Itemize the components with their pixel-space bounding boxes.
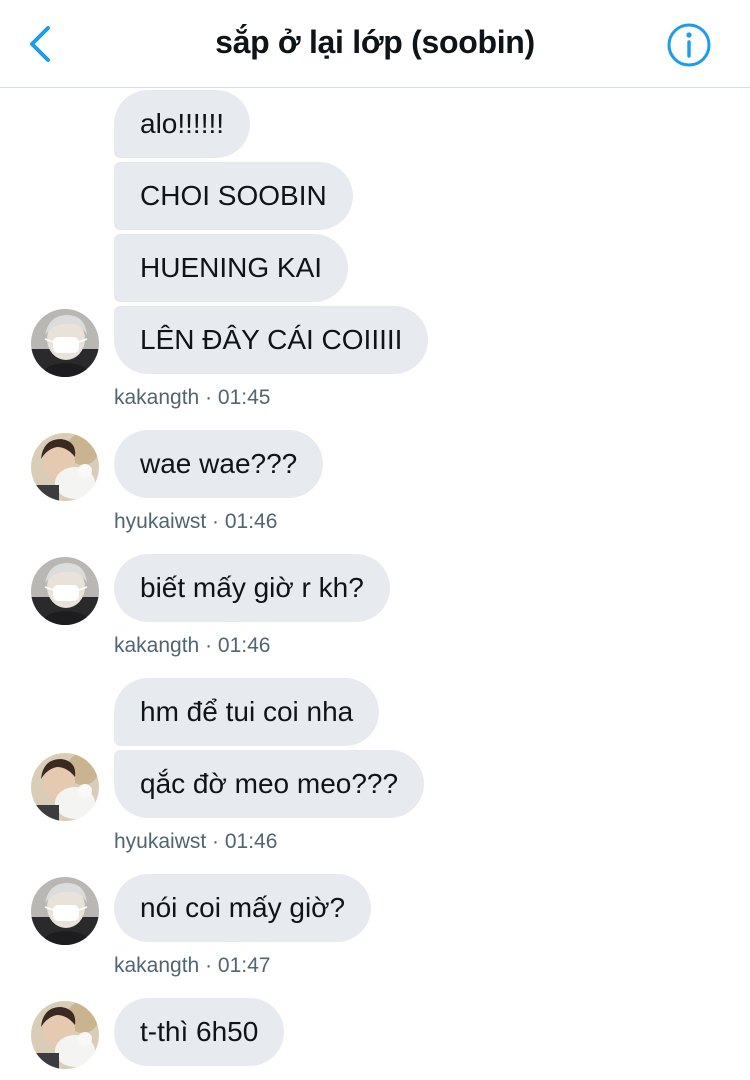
avatar-kakangth[interactable] [31,557,99,625]
conversation-title: sắp ở lại lớp (soobin) [215,24,535,60]
conversation-header: sắp ở lại lớp (soobin) [0,0,750,88]
message-bubble[interactable]: HUENING KAI [114,234,349,302]
message-meta: kakangth · 01:45 [114,386,271,409]
avatar-kakangth[interactable] [31,309,99,377]
message-bubble[interactable]: hm để tui coi nha [114,678,380,746]
message-meta: hyukaiwst · 01:46 [114,510,278,533]
message-bubble[interactable]: nói coi mấy giờ? [114,874,372,942]
message-bubble[interactable]: wae wae??? [114,430,324,498]
message-bubble[interactable]: qắc đờ meo meo??? [114,750,425,818]
message-meta: kakangth · 01:47 [114,954,271,977]
avatar-hyukaiwst[interactable] [31,433,99,501]
avatar-hyukaiwst[interactable] [31,1001,99,1069]
message-bubble[interactable]: t-thì 6h50 [114,998,285,1066]
avatar-kakangth[interactable] [31,877,99,945]
info-button[interactable] [666,22,712,68]
message-bubble[interactable]: LÊN ĐÂY CÁI COIIIII [114,306,429,374]
message-meta: hyukaiwst · 01:46 [114,830,278,853]
message-meta: kakangth · 01:46 [114,634,271,657]
message-bubble[interactable]: CHOI SOOBIN [114,162,353,230]
avatar-hyukaiwst[interactable] [31,753,99,821]
info-circle-icon [667,23,711,67]
chevron-left-icon [30,26,50,62]
message-bubble[interactable]: biết mấy giờ r kh? [114,554,390,622]
message-bubble[interactable]: alo!!!!!! [114,90,251,158]
back-button[interactable] [22,22,62,66]
